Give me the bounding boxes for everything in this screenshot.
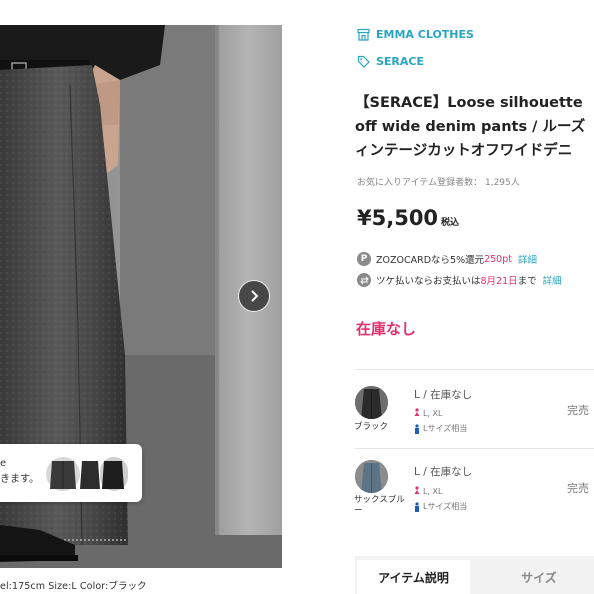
points-icon: P	[357, 252, 371, 266]
favorites-count: お気に入りアイテム登録者数： 1,295人	[357, 175, 520, 188]
variant-size-note: Lサイズ相当	[414, 501, 467, 512]
tsuke-text: ツケ払いならお支払いは	[376, 276, 481, 287]
variant-size-detail: L, XL	[414, 486, 442, 496]
male-figure-icon	[415, 423, 419, 434]
variant-color-black: ブラック	[354, 422, 389, 432]
stock-status: 在庫なし	[356, 320, 417, 338]
title-line-2: off wide denim pants / ルーズ	[355, 119, 586, 135]
divider	[355, 369, 594, 370]
shop-tag-name: SERACE	[376, 54, 425, 68]
variant-size-detail: L, XL	[414, 408, 442, 418]
title-line-1: 【SERACE】Loose silhouette	[355, 95, 583, 111]
divider	[355, 448, 594, 449]
brand-link[interactable]: EMMA CLOTHES	[357, 26, 474, 42]
chevron-right-icon	[251, 290, 259, 302]
tsuke-suffix: まで	[517, 276, 537, 287]
title-line-3: ィンテージカットオフワイドデニ	[355, 143, 573, 159]
sold-out-button[interactable]: 完売	[567, 480, 589, 496]
popup-text-line2: きます。	[0, 474, 39, 485]
product-title: 【SERACE】Loose silhouette off wide denim …	[355, 91, 585, 163]
similar-items-popup[interactable]: e きます。	[0, 444, 142, 502]
zozocard-text: ZOZOCARDなら5%還元	[376, 255, 485, 266]
tax-label: 税込	[441, 218, 460, 228]
model-info-caption: el:175cm Size:L Color:ブラック	[0, 581, 147, 592]
tag-icon	[357, 55, 370, 68]
price: ¥5,500 税込	[357, 206, 459, 230]
zozocard-detail-link[interactable]: 詳細	[518, 252, 537, 266]
price-amount: ¥5,500	[357, 206, 439, 230]
variant-thumbnail-saxe-blue[interactable]	[355, 460, 388, 493]
tab-size[interactable]: サイズ	[484, 560, 594, 594]
variant-size-note: Lサイズ相当	[414, 423, 467, 434]
next-image-button[interactable]	[238, 280, 270, 312]
popup-text-line1: e	[0, 458, 7, 469]
tsuke-detail-link[interactable]: 詳細	[543, 273, 562, 287]
variant-size-status: L / 在庫なし	[414, 466, 473, 478]
brand-name: EMMA CLOTHES	[376, 27, 474, 41]
sold-out-button[interactable]: 完売	[567, 402, 589, 418]
zozocard-points: 250pt	[484, 253, 512, 265]
male-figure-icon	[415, 501, 419, 512]
variant-thumbnail-black[interactable]	[355, 386, 388, 419]
variant-size-status: L / 在庫なし	[414, 389, 473, 401]
female-figure-icon	[414, 408, 420, 416]
tsuke-icon	[357, 273, 371, 287]
favorites-number: 1,295人	[484, 178, 520, 188]
tab-item-description[interactable]: アイテム説明	[357, 560, 470, 594]
variant-color-saxe-blue: サックスブル ー	[354, 495, 405, 516]
female-figure-icon	[414, 486, 420, 494]
shop-icon	[357, 28, 370, 41]
favorites-label: お気に入りアイテム登録者数：	[357, 178, 483, 188]
shop-tag-link[interactable]: SERACE	[357, 53, 424, 69]
popup-thumbnails[interactable]	[46, 457, 128, 491]
tsuke-benefit: ツケ払いならお支払いは 8月21日 まで 詳細	[357, 272, 562, 288]
tsuke-date: 8月21日	[480, 276, 518, 287]
zozocard-benefit: P ZOZOCARDなら5%還元 250pt 詳細	[357, 251, 537, 267]
